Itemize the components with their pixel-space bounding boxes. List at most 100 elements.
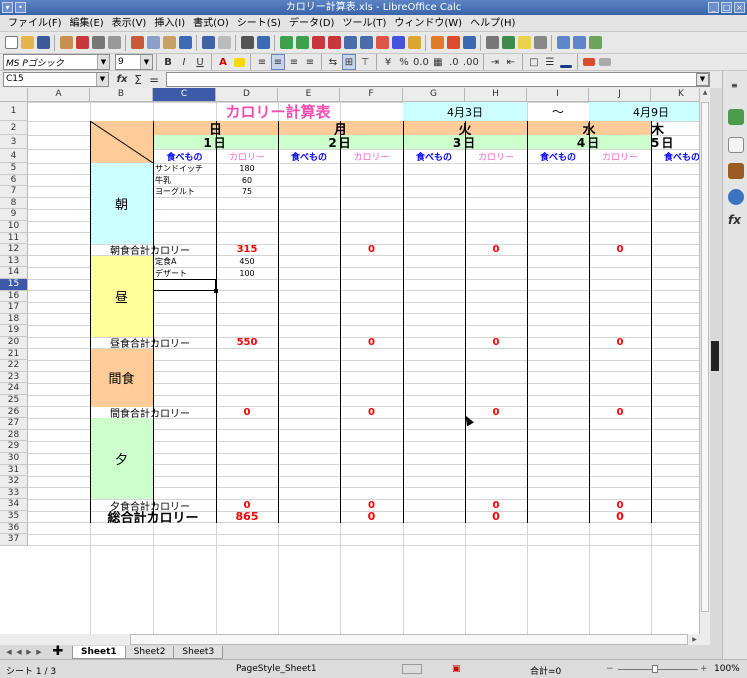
redo-icon[interactable] <box>217 35 231 51</box>
insert-image-icon[interactable] <box>430 35 444 51</box>
add-sheet-icon[interactable]: ✚ <box>50 645 66 658</box>
window-menu-icon[interactable]: ▾ <box>2 2 13 13</box>
row-header-14[interactable]: 14 <box>0 267 28 279</box>
new-document-icon[interactable] <box>4 35 18 51</box>
zoom-slider[interactable] <box>618 669 698 670</box>
pin-icon[interactable]: • <box>15 2 26 13</box>
row-header-15[interactable]: 15 <box>0 279 28 291</box>
align-left-icon[interactable]: ≡ <box>255 54 269 70</box>
pivot-table-icon[interactable] <box>462 35 476 51</box>
row-header-20[interactable]: 20 <box>0 337 28 349</box>
row-header-1[interactable]: 1 <box>0 102 28 121</box>
column-icon[interactable] <box>295 35 309 51</box>
undo-icon[interactable] <box>201 35 215 51</box>
menu-item-1[interactable]: 編集(E) <box>66 15 108 32</box>
align-right-icon[interactable]: ≡ <box>287 54 301 70</box>
chevron-down-icon[interactable]: ▼ <box>140 55 152 69</box>
row-header-27[interactable]: 27 <box>0 418 28 430</box>
spreadsheet-grid[interactable]: A B C D E F G H I J K 1 2 3 4 5 6 7 8 9 10 11 12 13 14 15 16 17 18 19… <box>0 88 710 634</box>
column-header-H[interactable]: H <box>465 88 527 102</box>
delete-decimal-icon[interactable]: .00 <box>463 54 479 70</box>
row-header-37[interactable]: 37 <box>0 534 28 546</box>
menu-item-0[interactable]: ファイル(F) <box>4 15 66 32</box>
show-draw-icon[interactable] <box>588 35 602 51</box>
extra-toolbar-icon[interactable] <box>598 54 612 70</box>
column-header-J[interactable]: J <box>589 88 651 102</box>
sort-ascending-icon[interactable] <box>375 35 389 51</box>
row-header-36[interactable]: 36 <box>0 522 28 535</box>
find-icon[interactable] <box>240 35 254 51</box>
zoom-level[interactable]: 100% <box>714 664 740 674</box>
formula-input[interactable] <box>166 72 710 87</box>
align-top-icon[interactable]: ⊤ <box>358 54 372 70</box>
comment-icon[interactable] <box>517 35 531 51</box>
conditional-format-icon[interactable] <box>582 54 596 70</box>
merge-cells-icon[interactable]: ⊞ <box>342 54 356 70</box>
maximize-icon[interactable]: □ <box>721 2 732 13</box>
vertical-scrollbar[interactable]: ▲ <box>699 88 710 634</box>
bold-icon[interactable]: B <box>161 54 175 70</box>
chevron-down-icon[interactable]: ▼ <box>97 55 109 69</box>
row-header-32[interactable]: 32 <box>0 476 28 488</box>
column-header-F[interactable]: F <box>340 88 403 102</box>
scroll-up-icon[interactable]: ▲ <box>700 88 710 98</box>
row-header-11[interactable]: 11 <box>0 232 28 245</box>
font-size-combo[interactable]: 9 ▼ <box>115 54 153 70</box>
function-wizard-icon[interactable]: fx <box>115 72 129 88</box>
row-header-16[interactable]: 16 <box>0 290 28 303</box>
row-header-17[interactable]: 17 <box>0 302 28 314</box>
row-header-18[interactable]: 18 <box>0 313 28 326</box>
scroll-right-icon[interactable]: ▶ <box>690 634 699 645</box>
zoom-out-icon[interactable]: − <box>606 664 614 674</box>
row-header-4[interactable]: 4 <box>0 149 28 163</box>
menu-item-7[interactable]: ツール(T) <box>338 15 390 32</box>
row-header-10[interactable]: 10 <box>0 221 28 233</box>
horizontal-scroll-thumb[interactable] <box>130 634 688 645</box>
edit-file-icon[interactable] <box>59 35 73 51</box>
first-sheet-icon[interactable]: ◀ <box>4 647 14 657</box>
horizontal-scrollbar[interactable]: ▶ <box>0 634 710 645</box>
last-sheet-icon[interactable]: ▶ <box>34 647 44 657</box>
sort-descending-icon[interactable] <box>391 35 405 51</box>
currency-icon[interactable]: ¥ <box>381 54 395 70</box>
font-color-icon[interactable]: A <box>216 54 230 70</box>
row-header-24[interactable]: 24 <box>0 383 28 395</box>
formula-icon[interactable]: = <box>147 72 161 88</box>
menu-item-8[interactable]: ウィンドウ(W) <box>390 15 466 32</box>
align-center-icon[interactable]: ≡ <box>271 54 285 70</box>
clone-formatting-icon[interactable] <box>178 35 192 51</box>
underline-icon[interactable]: U <box>193 54 207 70</box>
document-modified-icon[interactable]: ▣ <box>452 664 461 674</box>
properties-icon[interactable] <box>728 109 744 125</box>
zoom-slider-thumb[interactable] <box>652 665 658 673</box>
insert-column-icon[interactable] <box>327 35 341 51</box>
increase-indent-icon[interactable]: ⇥ <box>488 54 502 70</box>
freeze-icon[interactable] <box>556 35 570 51</box>
menu-item-6[interactable]: データ(D) <box>285 15 339 32</box>
row-header-34[interactable]: 34 <box>0 499 28 511</box>
row-header-21[interactable]: 21 <box>0 348 28 361</box>
fill-handle[interactable] <box>214 288 218 293</box>
styles-icon[interactable] <box>728 137 744 153</box>
row-header-8[interactable]: 8 <box>0 197 28 210</box>
column-header-B[interactable]: B <box>90 88 153 102</box>
border-color-icon[interactable] <box>559 54 573 70</box>
hyperlink-icon[interactable] <box>501 35 515 51</box>
column-header-I[interactable]: I <box>527 88 589 102</box>
wrap-text-icon[interactable]: ⇆ <box>326 54 340 70</box>
column-header-A[interactable]: A <box>28 88 90 102</box>
row-header-3[interactable]: 3 <box>0 135 28 149</box>
sum-icon[interactable]: Σ <box>131 72 145 88</box>
minimize-icon[interactable]: _ <box>708 2 719 13</box>
row-icon[interactable] <box>279 35 293 51</box>
sidebar-collapse-handle[interactable] <box>711 341 719 371</box>
next-sheet-icon[interactable]: ▶ <box>24 647 34 657</box>
date-format-icon[interactable]: ▦ <box>431 54 445 70</box>
cut-icon[interactable] <box>130 35 144 51</box>
special-character-icon[interactable] <box>485 35 499 51</box>
print-preview-icon[interactable] <box>107 35 121 51</box>
insert-chart-icon[interactable] <box>446 35 460 51</box>
page-style[interactable]: PageStyle_Sheet1 <box>236 664 317 674</box>
row-header-7[interactable]: 7 <box>0 186 28 198</box>
row-header-33[interactable]: 33 <box>0 487 28 500</box>
